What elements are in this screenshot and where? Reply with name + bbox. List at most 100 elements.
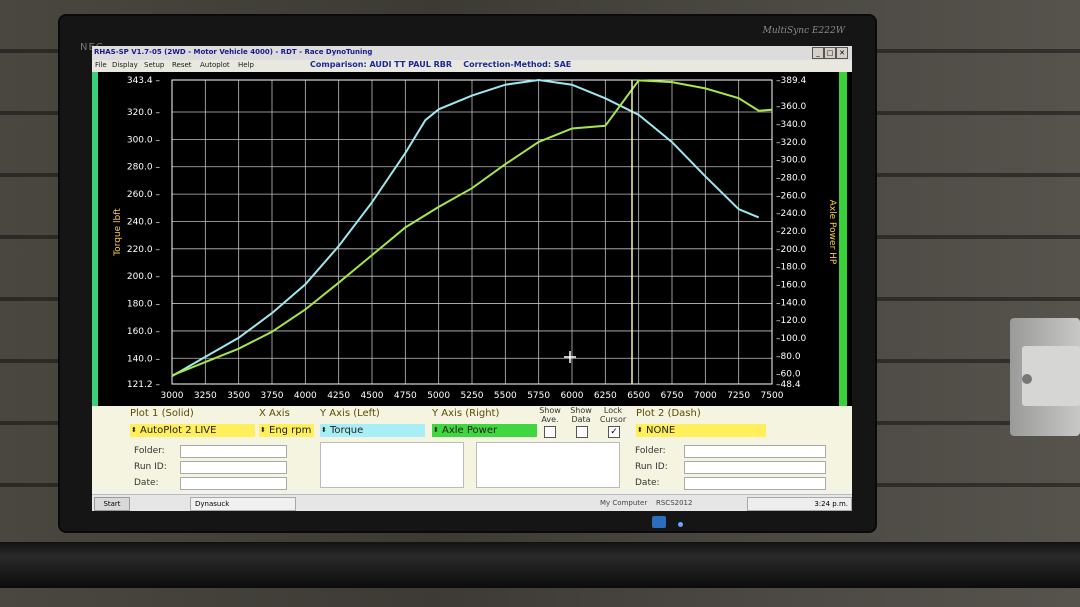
power-led-icon xyxy=(678,522,683,527)
maximize-button[interactable]: □ xyxy=(824,47,836,59)
plot2-date-label: Date: xyxy=(635,478,660,488)
menu-reset[interactable]: Reset xyxy=(172,61,192,69)
yleft-info-box xyxy=(320,442,464,488)
x-tick-label: 7000 xyxy=(694,391,717,401)
lock-cursor-label: Lock Cursor xyxy=(599,406,627,424)
taskbar-my-computer[interactable]: My Computer xyxy=(600,499,647,507)
menu-autoplot[interactable]: Autoplot xyxy=(200,61,230,69)
taskbar-tray-label: RSCS2012 xyxy=(656,499,693,507)
updown-arrow-icon: ⬍ xyxy=(321,426,327,434)
x-tick-label: 6000 xyxy=(561,391,584,401)
y-right-tick-label: –320.0 xyxy=(776,138,807,148)
taskbar-item-dynasuck[interactable]: Dynasuck xyxy=(190,497,296,511)
minimize-button[interactable]: _ xyxy=(812,47,824,59)
window-titlebar: RHAS-SP V1.7-05 (2WD - Motor Vehicle 400… xyxy=(92,46,852,60)
plot2-select[interactable]: ⬍ NONE xyxy=(636,424,766,437)
y-right-tick-label: –220.0 xyxy=(776,227,807,237)
x-tick-label: 5750 xyxy=(527,391,550,401)
plot1-date-field[interactable] xyxy=(180,477,287,490)
y-right-tick-label: –60.0 xyxy=(776,370,801,380)
yright-info-box xyxy=(476,442,620,488)
plot1-select[interactable]: ⬍ AutoPlot 2 LIVE xyxy=(130,424,255,437)
start-button[interactable]: Start xyxy=(94,497,130,511)
show-data-checkbox[interactable] xyxy=(576,426,588,438)
right-accent-bar xyxy=(839,72,847,406)
plot2-select-value: NONE xyxy=(646,425,676,436)
dyno-chart[interactable]: 3000 3250 3500 3750 4000 4250 4500 4750 5000 5250… xyxy=(92,72,852,406)
x-tick-label: 5000 xyxy=(427,391,450,401)
y-right-tick-label: –120.0 xyxy=(776,316,807,326)
x-tick-label: 5250 xyxy=(461,391,484,401)
system-clock: 3:24 p.m. xyxy=(747,497,852,511)
power-button-icon[interactable] xyxy=(652,516,666,528)
y-right-tick-label: –200.0 xyxy=(776,245,807,255)
y-right-tick-label: –100.0 xyxy=(776,334,807,344)
x-tick-label: 7500 xyxy=(761,391,784,401)
yright-label: Y Axis (Right) xyxy=(432,408,500,419)
plot2-runid-field[interactable] xyxy=(684,461,826,474)
close-button[interactable]: ✕ xyxy=(836,47,848,59)
menu-file[interactable]: File xyxy=(95,61,107,69)
menu-help[interactable]: Help xyxy=(238,61,254,69)
y-left-tick-label: 180.0 – xyxy=(127,300,161,310)
yright-select-value: Axle Power xyxy=(442,425,498,436)
updown-arrow-icon: ⬍ xyxy=(131,426,137,434)
plot2-date-field[interactable] xyxy=(684,477,826,490)
lock-cursor-checkbox[interactable]: ✓ xyxy=(608,426,620,438)
yleft-select-value: Torque xyxy=(330,425,364,436)
plot2-runid-label: Run ID: xyxy=(635,462,668,472)
comparison-text: Comparison: AUDI TT PAUL RBR xyxy=(310,60,453,69)
yleft-select[interactable]: ⬍ Torque xyxy=(320,424,425,437)
plot1-runid-label: Run ID: xyxy=(134,462,167,472)
menu-setup[interactable]: Setup xyxy=(144,61,164,69)
plot1-label: Plot 1 (Solid) xyxy=(130,408,194,419)
y-right-tick-label: –300.0 xyxy=(776,156,807,166)
screen: RHAS-SP V1.7-05 (2WD - Motor Vehicle 400… xyxy=(92,46,852,511)
x-tick-label: 6500 xyxy=(627,391,650,401)
y-right-axis-title: Axle Power HP xyxy=(827,200,837,265)
plot2-folder-label: Folder: xyxy=(635,446,666,456)
y-left-tick-label: 200.0 – xyxy=(127,272,161,282)
xaxis-select[interactable]: ⬍ Eng rpm xyxy=(259,424,314,437)
y-right-tick-label: –140.0 xyxy=(776,298,807,308)
y-right-tick-label: –280.0 xyxy=(776,174,807,184)
show-ave-label: Show Ave. xyxy=(539,406,561,424)
plot1-runid-field[interactable] xyxy=(180,461,287,474)
xaxis-label: X Axis xyxy=(259,408,290,419)
x-tick-label: 4250 xyxy=(327,391,350,401)
x-tick-label: 3250 xyxy=(194,391,217,401)
y-left-tick-label: 343.4 – xyxy=(127,76,161,86)
monitor: NEC MultiSync E222W RHAS-SP V1.7-05 (2WD… xyxy=(60,16,875,531)
y-right-tick-label: –389.4 xyxy=(776,76,807,86)
dyno-chart-svg: 3000 3250 3500 3750 4000 4250 4500 4750 5000 5250… xyxy=(92,72,847,406)
x-tick-label: 3000 xyxy=(161,391,184,401)
x-tick-label: 4500 xyxy=(361,391,384,401)
yright-select[interactable]: ⬍ Axle Power xyxy=(432,424,537,437)
pipe xyxy=(0,542,1080,588)
menu-display[interactable]: Display xyxy=(112,61,138,69)
y-right-tick-label: –360.0 xyxy=(776,102,807,112)
x-tick-label: 3500 xyxy=(227,391,250,401)
y-left-axis-title: Torque lbft xyxy=(113,208,123,257)
plot1-folder-label: Folder: xyxy=(134,446,165,456)
y-right-tick-label: –340.0 xyxy=(776,120,807,130)
show-data-label: Show Data xyxy=(570,406,592,424)
show-ave-checkbox[interactable] xyxy=(544,426,556,438)
yleft-label: Y Axis (Left) xyxy=(320,408,380,419)
monitor-model: MultiSync E222W xyxy=(762,26,845,36)
y-right-tick-label: –260.0 xyxy=(776,191,807,201)
plot1-select-value: AutoPlot 2 LIVE xyxy=(140,425,217,436)
y-left-tick-label: 220.0 – xyxy=(127,245,161,255)
y-left-tick-label: 160.0 – xyxy=(127,327,161,337)
series-line-torque xyxy=(171,78,760,377)
plot1-folder-field[interactable] xyxy=(180,445,287,458)
x-tick-label: 7250 xyxy=(727,391,750,401)
y-right-tick-label: –48.4 xyxy=(776,380,801,390)
y-left-tick-label: 280.0 – xyxy=(127,163,161,173)
plot2-folder-field[interactable] xyxy=(684,445,826,458)
plot2-label: Plot 2 (Dash) xyxy=(636,408,701,419)
correction-method: Correction-Method: SAE xyxy=(463,60,572,69)
plot1-date-label: Date: xyxy=(134,478,159,488)
comparison-header: Comparison: AUDI TT PAUL RBR Correction-… xyxy=(310,60,610,72)
x-tick-label: 3750 xyxy=(261,391,284,401)
